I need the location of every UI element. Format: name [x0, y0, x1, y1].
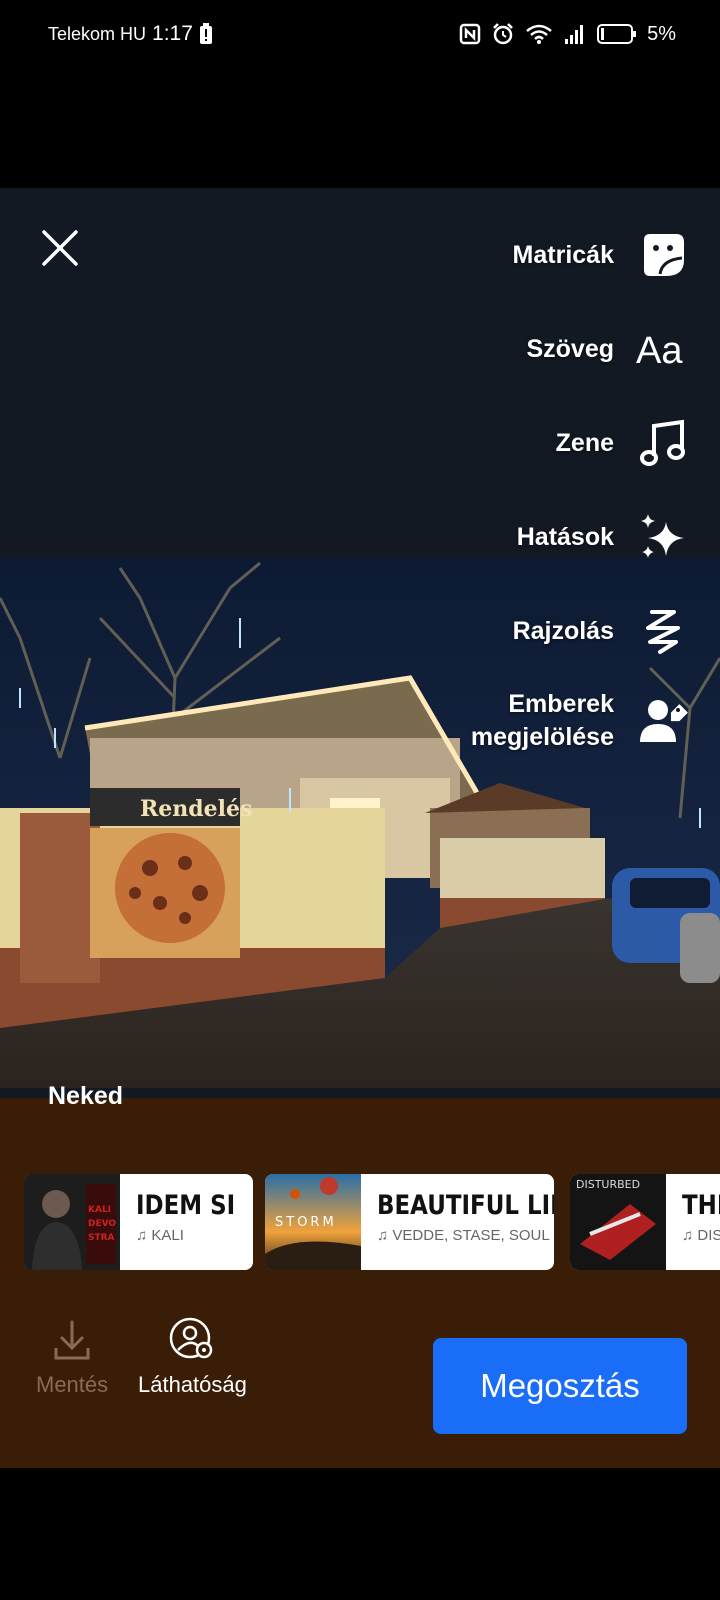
- music-note-icon: ♫: [377, 1227, 393, 1244]
- photo-sign-text: Rendelés: [140, 796, 252, 822]
- track-title: BEAUTIFUL LIF: [377, 1190, 554, 1221]
- music-note-icon: [636, 416, 690, 470]
- tool-label: Zene: [555, 428, 614, 457]
- signal-icon: [565, 25, 584, 44]
- music-suggestions[interactable]: KALI DEVO STRA IDEM SI ♫ KALI STORM BEAU…: [24, 1174, 720, 1270]
- tool-tag-people[interactable]: Emberek megjelölése: [471, 688, 690, 754]
- tool-stickers[interactable]: Matricák: [513, 228, 690, 282]
- tool-effects[interactable]: Hatások: [517, 510, 690, 564]
- wifi-icon: [526, 24, 552, 44]
- visibility-settings-icon: [170, 1317, 213, 1359]
- tool-text[interactable]: Szöveg Aa: [526, 322, 690, 376]
- visibility-label: Láthatóság: [138, 1372, 247, 1397]
- cover-text: DISTURBED: [576, 1178, 640, 1191]
- text-icon: Aa: [636, 322, 690, 376]
- battery-alert-icon: [199, 23, 212, 44]
- save-label: Mentés: [36, 1372, 109, 1397]
- clock: 1:17: [152, 22, 193, 45]
- svg-text:KALI: KALI: [88, 1205, 111, 1215]
- tool-label: Rajzolás: [512, 616, 614, 645]
- music-section-label: Neked: [48, 1082, 124, 1110]
- music-note-icon: ♫: [682, 1227, 698, 1244]
- music-track-card[interactable]: STORM BEAUTIFUL LIF ♫ VEDDE, STASE, SOUL…: [265, 1174, 554, 1270]
- status-bar: Telekom HU 1:17 5%: [0, 0, 720, 70]
- track-artist: VEDDE, STASE, SOUL PA: [392, 1227, 554, 1244]
- svg-text:STRA: STRA: [88, 1233, 115, 1243]
- track-title: IDEM SI: [136, 1190, 236, 1221]
- save-button[interactable]: Mentés: [36, 1318, 108, 1398]
- scribble-icon: [636, 604, 690, 658]
- svg-text:DEVO: DEVO: [88, 1219, 116, 1229]
- story-editor: Rendelés Matricák Szöveg Aa Zene Hatások…: [0, 188, 720, 1468]
- svg-text:Aa: Aa: [636, 330, 683, 369]
- tool-draw[interactable]: Rajzolás: [513, 604, 690, 658]
- close-button[interactable]: [38, 226, 82, 270]
- download-icon: [54, 1320, 90, 1360]
- tag-people-icon: [636, 694, 690, 748]
- close-icon: [42, 230, 78, 266]
- album-cover: DISTURBED: [570, 1174, 666, 1270]
- music-track-card[interactable]: DISTURBED THI ♫ DIS: [570, 1174, 720, 1270]
- track-title: THI: [682, 1190, 720, 1221]
- sticker-icon: [636, 228, 690, 282]
- music-track-card[interactable]: KALI DEVO STRA IDEM SI ♫ KALI: [24, 1174, 253, 1270]
- track-artist: KALI: [151, 1227, 184, 1244]
- alarm-icon: [493, 23, 513, 45]
- battery-icon: [597, 24, 637, 44]
- nfc-icon: [459, 23, 481, 45]
- share-button[interactable]: Megosztás: [433, 1338, 687, 1434]
- cover-text: STORM: [275, 1215, 337, 1230]
- tool-label: Matricák: [512, 240, 614, 269]
- track-artist: DIS: [697, 1227, 720, 1244]
- tool-label: Emberek megjelölése: [470, 690, 614, 751]
- carrier-name: Telekom HU: [48, 23, 147, 44]
- album-cover: KALI DEVO STRA: [24, 1174, 120, 1270]
- tool-music[interactable]: Zene: [556, 416, 690, 470]
- tool-label: Hatások: [516, 522, 614, 551]
- visibility-button[interactable]: Láthatóság: [138, 1316, 247, 1398]
- tool-label: Szöveg: [526, 334, 614, 363]
- battery-percent: 5%: [647, 22, 676, 45]
- music-note-icon: ♫: [136, 1227, 152, 1244]
- album-cover: STORM: [265, 1174, 361, 1270]
- sparkles-icon: [636, 510, 690, 564]
